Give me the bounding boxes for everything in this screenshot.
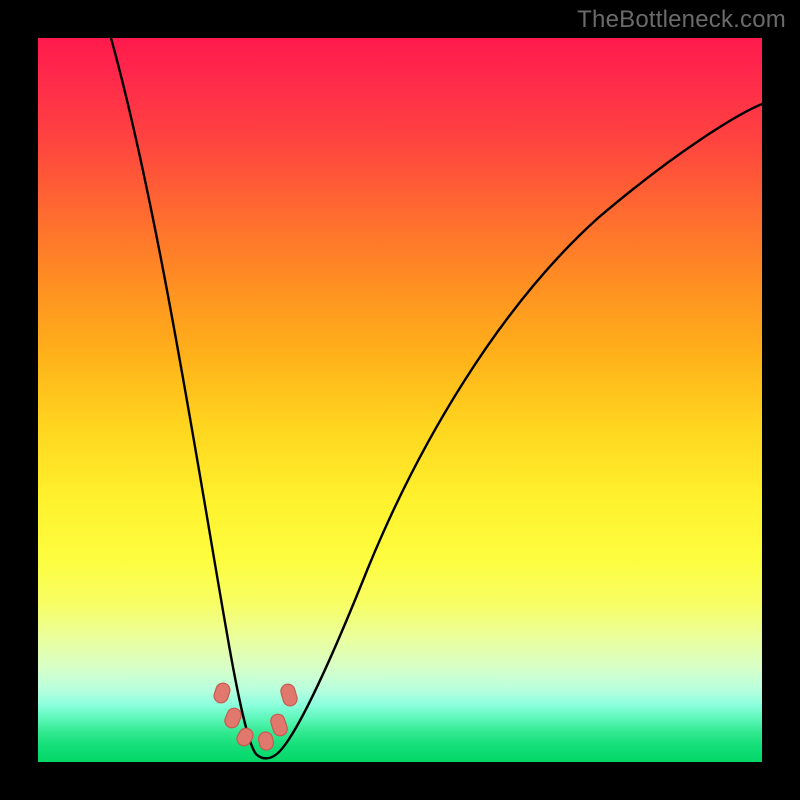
marker-dot xyxy=(279,682,299,707)
chart-frame: TheBottleneck.com xyxy=(0,0,800,800)
marker-group xyxy=(212,681,299,751)
plot-area xyxy=(38,38,762,762)
marker-dot xyxy=(257,731,274,752)
watermark-text: TheBottleneck.com xyxy=(577,6,786,34)
marker-dot xyxy=(212,681,231,704)
bottleneck-curve xyxy=(38,38,762,762)
marker-dot xyxy=(223,706,243,730)
curve-path xyxy=(111,38,762,758)
marker-dot xyxy=(269,712,289,737)
